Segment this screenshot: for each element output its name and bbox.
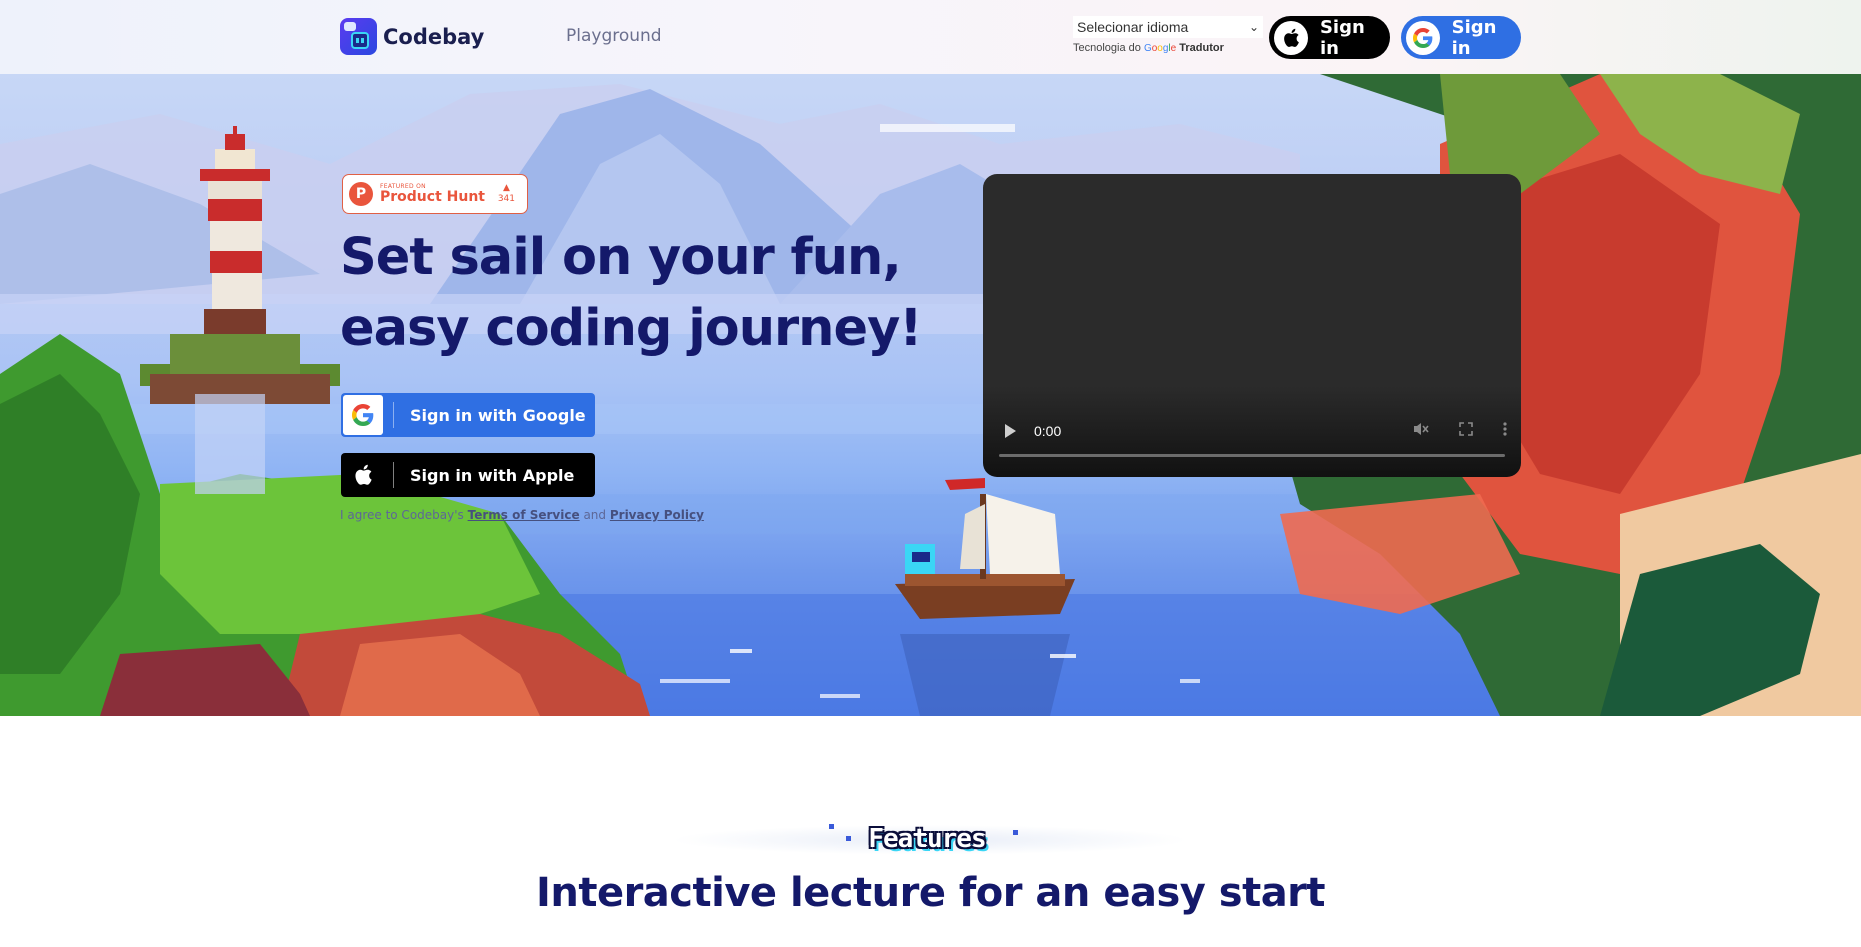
pixel-sparkle	[846, 836, 851, 841]
mute-icon[interactable]	[1413, 421, 1429, 441]
hero-google-signin-button[interactable]: Sign in with Google	[341, 393, 595, 437]
google-icon	[1406, 20, 1440, 55]
video-time: 0:00	[1034, 423, 1062, 439]
pixel-sparkle	[1013, 830, 1018, 835]
language-select[interactable]: Selecionar idioma ⌄	[1073, 16, 1263, 38]
hero-google-signin-label: Sign in with Google	[410, 405, 586, 425]
language-select-value: Selecionar idioma	[1077, 19, 1189, 35]
brand-logo[interactable]: Codebay	[340, 18, 484, 55]
terms-of-service-link[interactable]: Terms of Service	[468, 508, 580, 522]
pixel-art-background	[0, 74, 1861, 716]
brand-name: Codebay	[383, 24, 485, 49]
nav-playground-link[interactable]: Playground	[566, 26, 662, 46]
product-hunt-badge[interactable]: P FEATURED ON Product Hunt ▲ 341	[342, 174, 528, 214]
header-apple-signin-label: Sign in	[1319, 16, 1365, 59]
video-controls: 0:00	[999, 421, 1507, 441]
pixel-sparkle	[829, 824, 834, 829]
more-options-icon[interactable]	[1503, 422, 1507, 440]
intro-video-player[interactable]: 0:00	[983, 174, 1521, 477]
hero-title: Set sail on your fun, easy coding journe…	[340, 228, 923, 358]
terms-agreement: I agree to Codebay's Terms of Service an…	[340, 508, 704, 522]
privacy-policy-link[interactable]: Privacy Policy	[610, 508, 704, 522]
apple-icon	[1274, 20, 1308, 55]
codebay-logo-icon	[340, 18, 377, 55]
google-wordmark: Google	[1143, 43, 1177, 54]
header-apple-signin-button[interactable]: Sign in	[1269, 16, 1390, 59]
hero-section: P FEATURED ON Product Hunt ▲ 341 Set sai…	[0, 74, 1861, 716]
video-progress-bar[interactable]	[999, 454, 1505, 457]
translate-attribution: Tecnologia do Google Tradutor	[1073, 42, 1224, 54]
top-header: Codebay Playground Selecionar idioma ⌄ T…	[0, 0, 1861, 74]
hero-apple-signin-label: Sign in with Apple	[410, 465, 575, 485]
google-icon	[343, 395, 383, 435]
chevron-down-icon: ⌄	[1248, 20, 1259, 34]
header-google-signin-label: Sign in	[1451, 16, 1497, 59]
badge-product-hunt: Product Hunt	[380, 189, 485, 205]
product-hunt-icon: P	[349, 182, 373, 206]
play-icon[interactable]	[1005, 424, 1016, 438]
google-translate-widget: Selecionar idioma ⌄ Tecnologia do Google…	[1073, 16, 1263, 54]
badge-votes: ▲ 341	[497, 183, 515, 204]
fullscreen-icon[interactable]	[1459, 422, 1473, 440]
header-google-signin-button[interactable]: Sign in	[1401, 16, 1521, 59]
upvote-icon: ▲	[502, 183, 510, 193]
apple-icon	[343, 455, 383, 495]
features-heading: Interactive lecture for an easy start	[535, 870, 1326, 916]
features-tag: Features	[868, 824, 986, 854]
hero-apple-signin-button[interactable]: Sign in with Apple	[341, 453, 595, 497]
